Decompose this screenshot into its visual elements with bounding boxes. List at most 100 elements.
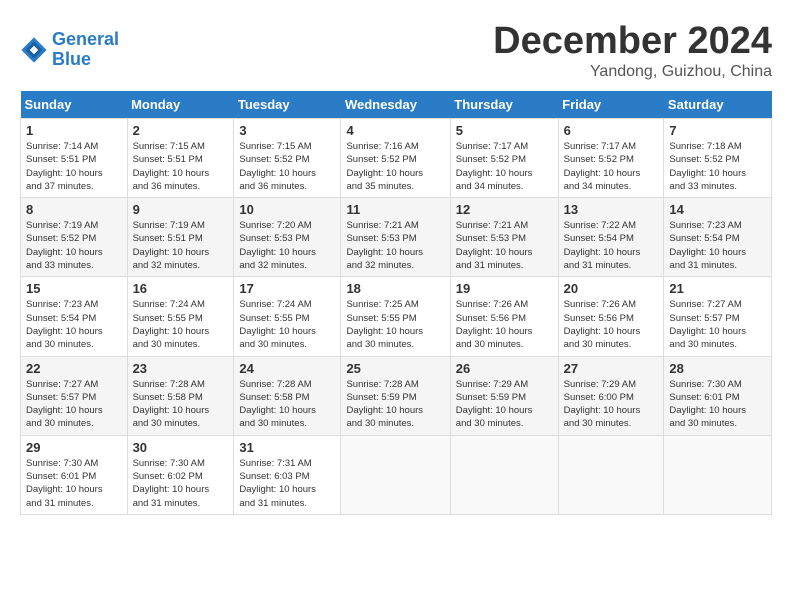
day-number: 14	[669, 202, 766, 217]
day-of-week-header: Thursday	[450, 91, 558, 119]
day-info: Sunrise: 7:24 AMSunset: 5:55 PMDaylight:…	[239, 298, 335, 351]
calendar-day-cell: 10Sunrise: 7:20 AMSunset: 5:53 PMDayligh…	[234, 198, 341, 277]
calendar-title: December 2024	[493, 20, 772, 63]
day-info: Sunrise: 7:15 AMSunset: 5:52 PMDaylight:…	[239, 140, 335, 193]
day-number: 16	[133, 281, 229, 296]
calendar-day-cell	[450, 435, 558, 514]
calendar-day-cell: 20Sunrise: 7:26 AMSunset: 5:56 PMDayligh…	[558, 277, 664, 356]
calendar-day-cell: 7 Sunrise: 7:18 AMSunset: 5:52 PMDaylight…	[664, 119, 772, 198]
day-info: Sunrise: 7:24 AMSunset: 5:55 PMDaylight:…	[133, 298, 229, 351]
calendar-day-cell: 23 Sunrise: 7:28 AMSunset: 5:58 PMDayligh…	[127, 356, 234, 435]
day-number: 3	[239, 123, 335, 138]
day-info: Sunrise: 7:23 AMSunset: 5:54 PMDaylight:…	[669, 219, 766, 272]
day-info: Sunrise: 7:28 AMSunset: 5:58 PMDaylight:…	[133, 378, 229, 431]
calendar-day-cell: 27 Sunrise: 7:29 AMSunset: 6:00 PMDayligh…	[558, 356, 664, 435]
day-info: Sunrise: 7:19 AMSunset: 5:52 PMDaylight:…	[26, 219, 122, 272]
day-info: Sunrise: 7:21 AMSunset: 5:53 PMDaylight:…	[346, 219, 444, 272]
day-info: Sunrise: 7:14 AMSunset: 5:51 PMDaylight:…	[26, 140, 122, 193]
calendar-week-row: 8 Sunrise: 7:19 AMSunset: 5:52 PMDaylight…	[21, 198, 772, 277]
day-number: 9	[133, 202, 229, 217]
day-info: Sunrise: 7:16 AMSunset: 5:52 PMDaylight:…	[346, 140, 444, 193]
calendar-day-cell: 1 Sunrise: 7:14 AMSunset: 5:51 PMDaylight…	[21, 119, 128, 198]
day-info: Sunrise: 7:26 AMSunset: 5:56 PMDaylight:…	[456, 298, 553, 351]
logo-line2: Blue	[52, 49, 91, 69]
day-number: 24	[239, 361, 335, 376]
day-info: Sunrise: 7:30 AMSunset: 6:02 PMDaylight:…	[133, 457, 229, 510]
day-number: 5	[456, 123, 553, 138]
calendar-header-row: SundayMondayTuesdayWednesdayThursdayFrid…	[21, 91, 772, 119]
day-number: 18	[346, 281, 444, 296]
day-info: Sunrise: 7:21 AMSunset: 5:53 PMDaylight:…	[456, 219, 553, 272]
day-number: 20	[564, 281, 659, 296]
logo-icon	[20, 36, 48, 64]
calendar-day-cell: 25Sunrise: 7:28 AMSunset: 5:59 PMDayligh…	[341, 356, 450, 435]
day-info: Sunrise: 7:15 AMSunset: 5:51 PMDaylight:…	[133, 140, 229, 193]
calendar-body: 1 Sunrise: 7:14 AMSunset: 5:51 PMDaylight…	[21, 119, 772, 515]
calendar-week-row: 22 Sunrise: 7:27 AMSunset: 5:57 PMDayligh…	[21, 356, 772, 435]
day-number: 22	[26, 361, 122, 376]
calendar-day-cell: 6Sunrise: 7:17 AMSunset: 5:52 PMDaylight…	[558, 119, 664, 198]
calendar-day-cell: 4 Sunrise: 7:16 AMSunset: 5:52 PMDaylight…	[341, 119, 450, 198]
day-info: Sunrise: 7:29 AMSunset: 5:59 PMDaylight:…	[456, 378, 553, 431]
day-number: 2	[133, 123, 229, 138]
day-of-week-header: Saturday	[664, 91, 772, 119]
day-number: 1	[26, 123, 122, 138]
day-number: 25	[346, 361, 444, 376]
day-number: 8	[26, 202, 122, 217]
calendar-day-cell: 5 Sunrise: 7:17 AMSunset: 5:52 PMDaylight…	[450, 119, 558, 198]
day-number: 6	[564, 123, 659, 138]
calendar-day-cell	[664, 435, 772, 514]
calendar-day-cell: 29 Sunrise: 7:30 AMSunset: 6:01 PMDayligh…	[21, 435, 128, 514]
calendar-table: SundayMondayTuesdayWednesdayThursdayFrid…	[20, 91, 772, 515]
calendar-day-cell: 3 Sunrise: 7:15 AMSunset: 5:52 PMDaylight…	[234, 119, 341, 198]
calendar-day-cell: 31Sunrise: 7:31 AMSunset: 6:03 PMDayligh…	[234, 435, 341, 514]
day-of-week-header: Friday	[558, 91, 664, 119]
day-of-week-header: Wednesday	[341, 91, 450, 119]
day-number: 15	[26, 281, 122, 296]
day-number: 23	[133, 361, 229, 376]
day-info: Sunrise: 7:31 AMSunset: 6:03 PMDaylight:…	[239, 457, 335, 510]
calendar-day-cell: 26 Sunrise: 7:29 AMSunset: 5:59 PMDayligh…	[450, 356, 558, 435]
calendar-day-cell: 16 Sunrise: 7:24 AMSunset: 5:55 PMDayligh…	[127, 277, 234, 356]
day-number: 27	[564, 361, 659, 376]
day-number: 28	[669, 361, 766, 376]
calendar-day-cell	[558, 435, 664, 514]
calendar-day-cell: 22 Sunrise: 7:27 AMSunset: 5:57 PMDayligh…	[21, 356, 128, 435]
day-info: Sunrise: 7:18 AMSunset: 5:52 PMDaylight:…	[669, 140, 766, 193]
day-number: 12	[456, 202, 553, 217]
calendar-day-cell: 13 Sunrise: 7:22 AMSunset: 5:54 PMDayligh…	[558, 198, 664, 277]
day-info: Sunrise: 7:29 AMSunset: 6:00 PMDaylight:…	[564, 378, 659, 431]
day-info: Sunrise: 7:23 AMSunset: 5:54 PMDaylight:…	[26, 298, 122, 351]
day-info: Sunrise: 7:27 AMSunset: 5:57 PMDaylight:…	[26, 378, 122, 431]
calendar-day-cell: 28 Sunrise: 7:30 AMSunset: 6:01 PMDayligh…	[664, 356, 772, 435]
day-number: 13	[564, 202, 659, 217]
calendar-day-cell: 30Sunrise: 7:30 AMSunset: 6:02 PMDayligh…	[127, 435, 234, 514]
day-of-week-header: Tuesday	[234, 91, 341, 119]
calendar-week-row: 15 Sunrise: 7:23 AMSunset: 5:54 PMDayligh…	[21, 277, 772, 356]
day-info: Sunrise: 7:19 AMSunset: 5:51 PMDaylight:…	[133, 219, 229, 272]
day-info: Sunrise: 7:25 AMSunset: 5:55 PMDaylight:…	[346, 298, 444, 351]
day-number: 11	[346, 202, 444, 217]
calendar-day-cell	[341, 435, 450, 514]
day-of-week-header: Monday	[127, 91, 234, 119]
day-of-week-header: Sunday	[21, 91, 128, 119]
calendar-week-row: 1 Sunrise: 7:14 AMSunset: 5:51 PMDaylight…	[21, 119, 772, 198]
day-info: Sunrise: 7:22 AMSunset: 5:54 PMDaylight:…	[564, 219, 659, 272]
calendar-day-cell: 8 Sunrise: 7:19 AMSunset: 5:52 PMDaylight…	[21, 198, 128, 277]
day-number: 21	[669, 281, 766, 296]
day-number: 29	[26, 440, 122, 455]
page-header: General Blue December 2024 Yandong, Guiz…	[20, 20, 772, 81]
logo: General Blue	[20, 30, 119, 70]
calendar-subtitle: Yandong, Guizhou, China	[493, 63, 772, 81]
day-number: 4	[346, 123, 444, 138]
calendar-day-cell: 12 Sunrise: 7:21 AMSunset: 5:53 PMDayligh…	[450, 198, 558, 277]
day-number: 19	[456, 281, 553, 296]
day-info: Sunrise: 7:30 AMSunset: 6:01 PMDaylight:…	[669, 378, 766, 431]
day-info: Sunrise: 7:30 AMSunset: 6:01 PMDaylight:…	[26, 457, 122, 510]
day-info: Sunrise: 7:17 AMSunset: 5:52 PMDaylight:…	[456, 140, 553, 193]
calendar-day-cell: 14 Sunrise: 7:23 AMSunset: 5:54 PMDayligh…	[664, 198, 772, 277]
day-number: 26	[456, 361, 553, 376]
logo-line1: General	[52, 29, 119, 49]
title-block: December 2024 Yandong, Guizhou, China	[493, 20, 772, 81]
day-number: 7	[669, 123, 766, 138]
